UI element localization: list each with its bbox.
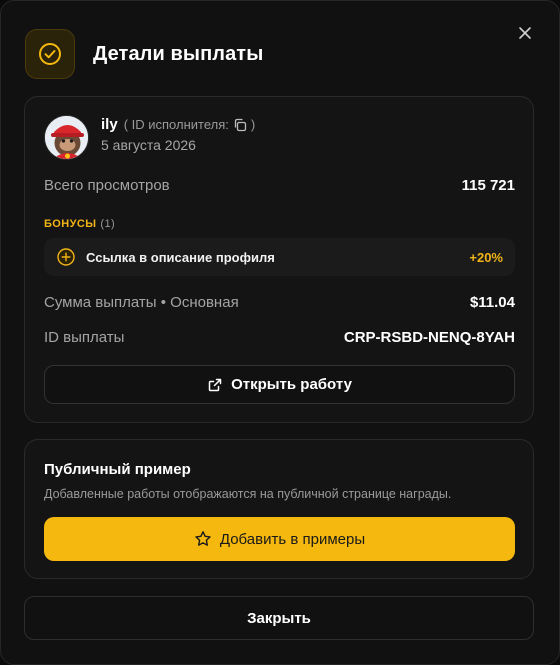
total-views-label: Всего просмотров bbox=[44, 177, 170, 194]
bonuses-header: БОНУСЫ (1) bbox=[44, 218, 115, 230]
bonus-item: Ссылка в описание профиля +20% bbox=[44, 238, 515, 276]
public-example-title: Публичный пример bbox=[44, 461, 191, 478]
avatar bbox=[44, 115, 89, 160]
dialog-title: Детали выплаты bbox=[93, 42, 264, 65]
payout-date: 5 августа 2026 bbox=[101, 137, 196, 153]
external-link-icon bbox=[207, 377, 223, 393]
bonus-value: +20% bbox=[469, 249, 503, 265]
total-views-value: 115 721 bbox=[461, 177, 515, 194]
performer-text: ily ( ID исполнителя: ) 5 августа 2026 bbox=[101, 115, 255, 153]
close-icon[interactable] bbox=[513, 21, 537, 45]
add-to-examples-button[interactable]: Добавить в примеры bbox=[44, 517, 515, 561]
payout-sum-value: $11.04 bbox=[469, 294, 515, 311]
dialog-header: Детали выплаты bbox=[25, 29, 263, 79]
performer-id-label: ( ID исполнителя: bbox=[123, 117, 229, 132]
payout-details-card: ily ( ID исполнителя: ) 5 августа 2026 В… bbox=[24, 96, 534, 423]
payout-details-dialog: Детали выплаты ily (ID исполнителя:) 5… bbox=[0, 0, 560, 665]
open-work-button[interactable]: Открыть работу bbox=[44, 365, 515, 404]
close-button[interactable]: Закрыть bbox=[24, 596, 534, 640]
performer-id: ( ID исполнителя: ) bbox=[124, 117, 256, 132]
close-button-label: Закрыть bbox=[247, 609, 311, 627]
check-circle-icon bbox=[25, 29, 75, 79]
payout-id-value: CRP-RSBD-NENQ-8YAH bbox=[343, 329, 515, 346]
bonuses-count: (1) bbox=[100, 218, 116, 230]
copy-icon[interactable] bbox=[233, 118, 247, 132]
total-views-row: Всего просмотров 115 721 bbox=[44, 177, 515, 194]
bonus-label: Ссылка в описание профиля bbox=[86, 249, 275, 265]
bonuses-label: БОНУСЫ bbox=[44, 218, 97, 230]
add-to-examples-label: Добавить в примеры bbox=[219, 530, 366, 548]
public-example-description: Добавленные работы отображаются на публи… bbox=[44, 487, 452, 501]
payout-id-row: ID выплаты CRP-RSBD-NENQ-8YAH bbox=[44, 329, 515, 346]
public-example-card: Публичный пример Добавленные работы отоб… bbox=[24, 439, 534, 579]
plus-circle-icon bbox=[56, 247, 76, 267]
performer-id-close: ) bbox=[250, 117, 256, 132]
open-work-label: Открыть работу bbox=[231, 376, 352, 393]
performer-name: ily bbox=[101, 116, 118, 133]
performer-info: ily ( ID исполнителя: ) 5 августа 2026 bbox=[44, 115, 255, 160]
payout-sum-row: Сумма выплаты • Основная $11.04 bbox=[44, 294, 515, 311]
payout-id-label: ID выплаты bbox=[44, 329, 125, 346]
payout-sum-label: Сумма выплаты • Основная bbox=[44, 294, 239, 311]
star-icon bbox=[194, 530, 212, 548]
